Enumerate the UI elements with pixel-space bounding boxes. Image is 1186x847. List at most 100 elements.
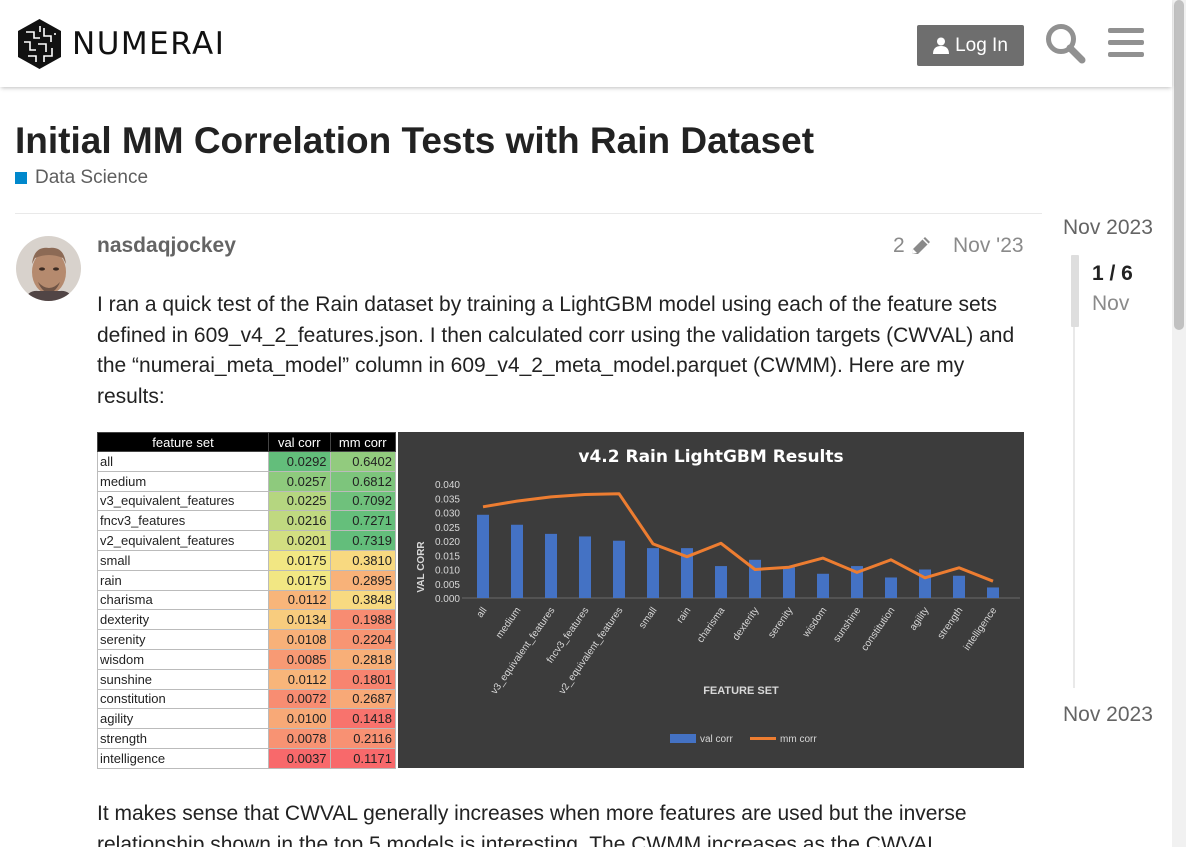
chart-bar xyxy=(545,533,557,598)
legend-label: val corr xyxy=(700,734,733,745)
avatar[interactable] xyxy=(16,236,81,301)
post-edit-history[interactable]: 2 xyxy=(893,234,933,258)
table-cell: 0.0134 xyxy=(268,609,331,631)
chart-y-axis-label: VAL CORR xyxy=(416,541,427,593)
numerai-logo-icon xyxy=(18,19,61,69)
table-cell: wisdom xyxy=(97,648,269,670)
chart-y-tick-label: 0.015 xyxy=(435,551,460,562)
table-cell: 0.1801 xyxy=(329,668,397,690)
timeline-start-date[interactable]: Nov 2023 xyxy=(1063,216,1153,240)
chart-x-tick-label: dexterity xyxy=(731,605,762,642)
timeline-post-count: 1 / 6 xyxy=(1092,262,1133,285)
table-cell: 0.0037 xyxy=(268,747,331,769)
table-cell: 0.1988 xyxy=(329,609,397,631)
table-cell: 0.2895 xyxy=(329,569,397,591)
table-cell: 0.3810 xyxy=(329,549,397,571)
chart-x-tick-label: v2_equivalent_features xyxy=(557,605,625,696)
table-cell: 0.1171 xyxy=(329,747,397,769)
chart-line-series xyxy=(482,492,994,583)
table-row: sunshine 0.0112 0.1801 xyxy=(97,668,397,690)
table-cell: sunshine xyxy=(97,668,269,690)
page-scrollbar[interactable] xyxy=(1172,0,1186,847)
results-image[interactable]: feature set val corr mm corr all 0.0292 0.64… xyxy=(97,432,1024,769)
table-cell: 0.0112 xyxy=(268,668,331,690)
post-username[interactable]: nasdaqjockey xyxy=(97,234,236,258)
user-icon xyxy=(933,37,950,54)
chart-x-tick-label: serenity xyxy=(766,605,795,640)
chart-y-tick-label: 0.035 xyxy=(435,494,460,505)
table-row: medium 0.0257 0.6812 xyxy=(97,470,397,492)
chart-x-tick-label: medium xyxy=(494,605,523,640)
table-cell: 0.0175 xyxy=(268,549,331,571)
table-header-2: mm corr xyxy=(329,432,397,452)
legend-swatch xyxy=(750,737,776,740)
login-label: Log In xyxy=(955,34,1008,56)
chart-title: v4.2 Rain LightGBM Results xyxy=(578,447,843,467)
category-color-square xyxy=(15,172,27,184)
timeline-handle[interactable] xyxy=(1071,255,1079,327)
table-row: constitution 0.0072 0.2687 xyxy=(97,688,397,710)
table-header-1: val corr xyxy=(268,432,331,452)
scrollbar-thumb[interactable] xyxy=(1174,0,1184,330)
table-row: dexterity 0.0134 0.1988 xyxy=(97,609,397,631)
table-cell: 0.7319 xyxy=(329,530,397,551)
table-cell: strength xyxy=(97,728,269,749)
chart-y-tick-label: 0.010 xyxy=(435,566,460,577)
chart-y-tick-label: 0.025 xyxy=(435,523,460,534)
table-row: all 0.0292 0.6402 xyxy=(97,451,397,472)
site-header: NUMERAI Log In xyxy=(0,0,1172,87)
table-cell: 0.0100 xyxy=(268,708,331,730)
chart-y-tick-label: 0.040 xyxy=(435,480,460,491)
pencil-icon xyxy=(911,237,930,254)
table-cell: 0.0292 xyxy=(268,451,331,472)
table-cell: 0.3848 xyxy=(329,589,397,611)
table-cell: 0.0072 xyxy=(268,688,331,710)
chart-x-tick-label: sunshine xyxy=(831,605,863,644)
legend-label: mm corr xyxy=(780,734,817,745)
hamburger-menu-icon[interactable] xyxy=(1106,22,1148,64)
table-cell: 0.0216 xyxy=(268,510,331,532)
post-paragraph-2: It makes sense that CWVAL generally incr… xyxy=(97,802,967,847)
table-cell: 0.0108 xyxy=(268,629,331,650)
table-cell: 0.0085 xyxy=(268,648,331,670)
table-cell: small xyxy=(97,549,269,571)
chart-bar xyxy=(477,514,489,598)
table-cell: 0.0112 xyxy=(268,589,331,611)
table-row: serenity 0.0108 0.2204 xyxy=(97,629,397,650)
table-cell: 0.1418 xyxy=(329,708,397,730)
search-icon[interactable] xyxy=(1044,22,1086,64)
table-row: charisma 0.0112 0.3848 xyxy=(97,589,397,611)
table-cell: 0.0078 xyxy=(268,728,331,749)
table-cell: 0.7092 xyxy=(329,490,397,512)
table-cell: intelligence xyxy=(97,747,269,769)
table-cell: 0.0257 xyxy=(268,470,331,492)
logo-text: NUMERAI xyxy=(72,26,226,62)
table-cell: 0.6402 xyxy=(329,451,397,472)
table-cell: all xyxy=(97,451,269,472)
timeline-end-date[interactable]: Nov 2023 xyxy=(1063,703,1153,727)
chart-bar xyxy=(647,548,659,598)
table-cell: 0.6812 xyxy=(329,470,397,492)
chart-bar xyxy=(885,577,897,598)
chart-bar xyxy=(783,567,795,598)
chart-legend: val corr mm corr xyxy=(670,734,817,745)
chart-bar xyxy=(987,587,999,598)
category-badge[interactable]: Data Science xyxy=(15,167,148,189)
table-row: fncv3_features 0.0216 0.7271 xyxy=(97,510,397,532)
table-cell: constitution xyxy=(97,688,269,710)
chart-bar xyxy=(511,524,523,598)
table-row: v2_equivalent_features 0.0201 0.7319 xyxy=(97,530,397,551)
numerai-logo[interactable]: NUMERAI xyxy=(16,18,225,70)
chart-y-tick-label: 0.000 xyxy=(435,594,460,605)
table-row: strength 0.0078 0.2116 xyxy=(97,728,397,749)
chart-bar xyxy=(817,573,829,598)
chart-bar xyxy=(953,575,965,598)
topic-title[interactable]: Initial MM Correlation Tests with Rain D… xyxy=(15,120,814,162)
chart-x-axis-label: FEATURE SET xyxy=(703,685,779,697)
post-date[interactable]: Nov '23 xyxy=(953,234,1024,258)
table-cell: v3_equivalent_features xyxy=(97,490,269,512)
category-label: Data Science xyxy=(35,167,149,188)
timeline-current-date: Nov xyxy=(1092,292,1130,315)
login-button[interactable]: Log In xyxy=(917,25,1024,66)
chart-y-tick-label: 0.030 xyxy=(435,509,460,520)
